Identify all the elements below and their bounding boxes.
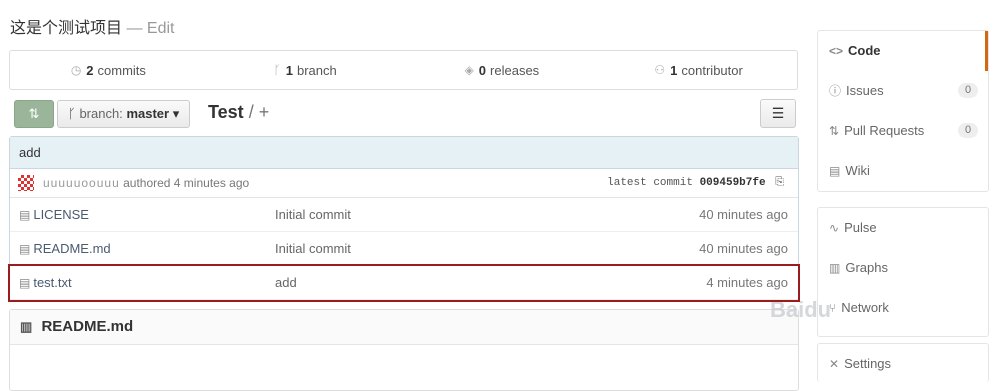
file-row: ▤ LICENSE Initial commit 40 minutes ago xyxy=(10,198,798,232)
contributor-label: contributor xyxy=(681,62,743,78)
branch-prefix: branch: xyxy=(79,106,123,121)
description-text: 这是个测试项目 xyxy=(10,20,123,37)
caret-down-icon: ▾ xyxy=(172,106,180,121)
settings-icon: ✕ xyxy=(829,357,840,371)
compare-button[interactable]: ⇅ xyxy=(14,100,54,128)
sidebar-item-issues[interactable]: ⓘ Issues 0 xyxy=(818,71,988,111)
commits-label: commits xyxy=(97,62,146,78)
sidebar-group-main: <> Code ⓘ Issues 0 ⇅ Pull Requests 0 ▤ Wiki xyxy=(817,30,989,192)
commit-meta: uuuuuoouuu authored 4 minutes ago latest… xyxy=(10,169,798,198)
file-row-highlighted: ▤ test.txt add 4 minutes ago xyxy=(8,264,800,302)
file-age: 4 minutes ago xyxy=(706,275,788,290)
new-file-button[interactable]: + xyxy=(259,102,270,122)
issue-icon: ⓘ xyxy=(829,84,842,98)
sidebar-item-network[interactable]: ⑂ Network xyxy=(818,288,988,328)
sidebar-group-insights: ∿ Pulse ▥ Graphs ⑂ Network xyxy=(817,207,989,337)
sidebar-item-code[interactable]: <> Code xyxy=(818,31,988,71)
numbers-summary: ◷ 2 commits ᚴ 1 branch ◈ 0 releases ⚇ 1 … xyxy=(9,50,798,90)
book-icon: ▥ xyxy=(20,319,33,334)
history-icon: ◷ xyxy=(70,63,82,77)
latest-commit-message[interactable]: add xyxy=(10,137,798,169)
file-name[interactable]: ▤ test.txt xyxy=(19,275,72,290)
sidebar-item-wiki[interactable]: ▤ Wiki xyxy=(818,151,988,191)
contributor-count: 1 xyxy=(670,62,678,78)
branch-icon: ᚴ xyxy=(68,106,76,121)
file-commit-message[interactable]: Initial commit xyxy=(275,207,351,222)
watermark: Baidu xyxy=(770,297,832,322)
pull-requests-count: 0 xyxy=(958,123,978,138)
sidebar-item-settings[interactable]: ✕ Settings xyxy=(818,344,988,384)
organization-icon: ⚇ xyxy=(654,63,666,77)
repo-description: 这是个测试项目 — Edit xyxy=(10,14,174,38)
readme-header: ▥ README.md xyxy=(10,310,798,345)
file-name[interactable]: ▤ LICENSE xyxy=(19,207,89,222)
file-row: ▤ README.md Initial commit 40 minutes ago xyxy=(10,232,798,266)
commits-stat[interactable]: ◷ 2 commits xyxy=(10,51,207,89)
file-icon: ▤ xyxy=(19,242,31,256)
tag-icon: ◈ xyxy=(464,63,474,77)
file-navigation: ⇅ ᚴ branch: master ▾ Test / + ☰ xyxy=(12,99,796,128)
releases-count: 0 xyxy=(478,62,487,78)
commits-count: 2 xyxy=(86,62,94,78)
latest-commit: latest commit 009459b7fe ⎘ xyxy=(607,176,784,189)
sidebar-group-admin: ✕ Settings xyxy=(817,343,989,382)
repo-sidebar: <> Code ⓘ Issues 0 ⇅ Pull Requests 0 ▤ Wiki … xyxy=(817,0,1000,382)
file-icon: ▤ xyxy=(19,276,31,290)
authored-time: authored 4 minutes ago xyxy=(123,176,250,190)
repo-name-link[interactable]: Test xyxy=(208,102,244,122)
file-age: 40 minutes ago xyxy=(699,241,788,256)
branch-icon: ᚴ xyxy=(273,63,281,77)
branch-label: branch xyxy=(296,62,337,78)
breadcrumb: Test / + xyxy=(208,102,269,123)
branch-count: 1 xyxy=(285,62,293,78)
pull-request-icon: ⇅ xyxy=(829,124,840,138)
edit-link[interactable]: — Edit xyxy=(126,20,174,37)
issues-count: 0 xyxy=(958,83,978,98)
author-name[interactable]: uuuuuoouuu xyxy=(43,176,120,190)
code-icon: <> xyxy=(829,44,844,58)
list-view-button[interactable]: ☰ xyxy=(760,99,796,128)
sidebar-item-pulse[interactable]: ∿ Pulse xyxy=(818,208,988,248)
branch-stat[interactable]: ᚴ 1 branch xyxy=(207,51,404,89)
compare-icon: ⇅ xyxy=(28,106,40,121)
file-icon: ▤ xyxy=(19,208,31,222)
file-commit-message[interactable]: Initial commit xyxy=(275,241,351,256)
pulse-icon: ∿ xyxy=(829,221,840,235)
file-name[interactable]: ▤ README.md xyxy=(19,241,111,256)
readme-panel: ▥ README.md xyxy=(9,309,799,391)
readme-title: README.md xyxy=(41,318,134,335)
file-commit-message[interactable]: add xyxy=(275,275,297,290)
contributor-stat[interactable]: ⚇ 1 contributor xyxy=(600,51,797,89)
graph-icon: ▥ xyxy=(829,261,841,275)
releases-label: releases xyxy=(490,62,540,78)
branch-select-button[interactable]: ᚴ branch: master ▾ xyxy=(57,100,191,128)
wiki-icon: ▤ xyxy=(829,164,841,178)
path-separator: / xyxy=(248,102,254,122)
list-icon: ☰ xyxy=(771,105,785,121)
clipboard-icon[interactable]: ⎘ xyxy=(775,176,784,188)
latest-commit-label: latest commit xyxy=(607,177,693,189)
sidebar-item-pull-requests[interactable]: ⇅ Pull Requests 0 xyxy=(818,111,988,151)
branch-name: master xyxy=(126,106,170,121)
sidebar-item-graphs[interactable]: ▥ Graphs xyxy=(818,248,988,288)
file-age: 40 minutes ago xyxy=(699,207,788,222)
commit-author: uuuuuoouuu authored 4 minutes ago xyxy=(43,176,249,190)
file-listing: add uuuuuoouuu authored 4 minutes ago la… xyxy=(8,136,800,302)
commit-sha-link[interactable]: 009459b7fe xyxy=(700,177,766,189)
avatar[interactable] xyxy=(18,175,34,191)
releases-stat[interactable]: ◈ 0 releases xyxy=(404,51,601,89)
